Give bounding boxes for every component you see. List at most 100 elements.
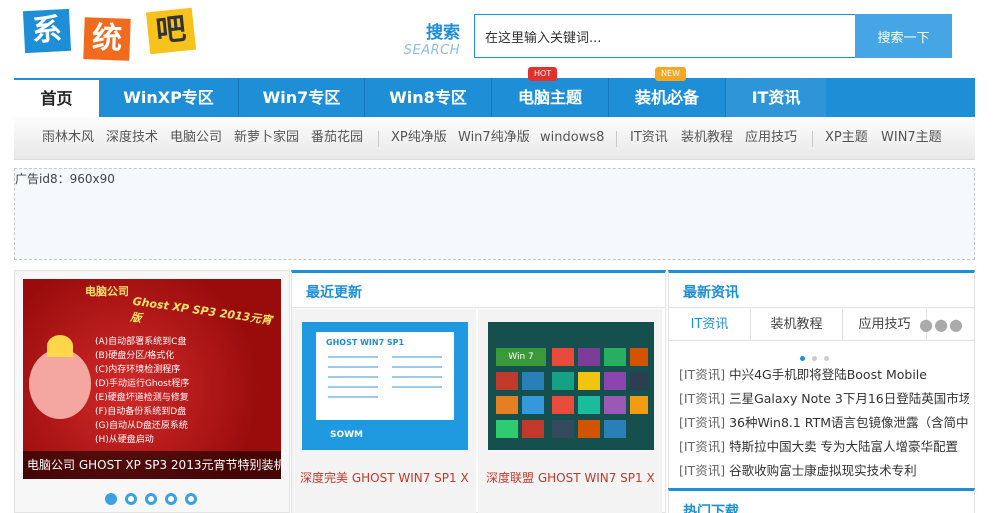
- subnav-divider: [616, 131, 617, 147]
- search-input[interactable]: [474, 14, 856, 58]
- news-item[interactable]: [IT资讯] 特斯拉中国大卖 专为大陆富人增豪华配置: [679, 435, 969, 459]
- main-nav: 首页 WinXP专区 Win7专区 Win8专区 HOT 电脑主题 NEW 装机…: [14, 67, 975, 117]
- news-list: [IT资讯] 中兴4G手机即将登陆Boost Mobile [IT资讯] 三星G…: [679, 363, 969, 483]
- slide-brand-text: 电脑公司: [85, 285, 129, 298]
- subnav-link[interactable]: XP纯净版: [391, 117, 447, 159]
- subnav-link[interactable]: 电脑公司: [170, 117, 222, 159]
- slide-menu-item: (G)自动从D盘还原系统: [95, 421, 188, 431]
- subnav-link[interactable]: IT资讯: [630, 117, 668, 159]
- nav-win7[interactable]: Win7专区: [239, 78, 365, 117]
- subnav-link[interactable]: 装机教程: [681, 117, 733, 159]
- site-logo[interactable]: 系 统 吧: [22, 7, 204, 62]
- slide-menu-item: (F)自动备份系统到D盘: [95, 407, 187, 417]
- pager-dot[interactable]: [812, 356, 817, 361]
- nav-winxp[interactable]: WinXP专区: [99, 78, 239, 117]
- mascot-illustration: [29, 335, 91, 419]
- news-item[interactable]: [IT资讯] 谷歌收购富士康虚拟现实技术专利: [679, 459, 969, 483]
- news-item[interactable]: [IT资讯] 三星Galaxy Note 3下月16日登陆英国市场: [679, 387, 969, 411]
- slide-menu-item: (A)自动部署系统到C盘: [95, 337, 187, 347]
- pager-dot[interactable]: [800, 356, 805, 361]
- recent-title: 最近更新: [306, 285, 362, 301]
- slider-dot[interactable]: [185, 493, 197, 505]
- subnav-link[interactable]: 雨林木风: [42, 117, 94, 159]
- slide-menu-item: (B)硬盘分区/格式化: [95, 351, 175, 361]
- subnav-link[interactable]: 深度技术: [106, 117, 158, 159]
- subnav-link[interactable]: 应用技巧: [745, 117, 797, 159]
- subnav-divider: [378, 131, 379, 147]
- panel-header: 最近更新: [292, 273, 665, 308]
- card-caption[interactable]: 深度联盟 GHOST WIN7 SP1 X: [486, 469, 655, 486]
- nav-essentials-label: 装机必备: [634, 88, 699, 107]
- slider-dot[interactable]: [125, 493, 137, 505]
- logo-char-3: 吧: [145, 7, 197, 55]
- download-card[interactable]: Win 7 深度联盟 GHOST WIN7 SP1 X: [478, 309, 662, 513]
- nav-themes[interactable]: HOT 电脑主题: [492, 67, 609, 117]
- hot-downloads-panel: 热门下载: [668, 488, 975, 513]
- subnav-link[interactable]: 新萝卜家园: [234, 117, 299, 159]
- panel-header: 最新资讯: [669, 273, 974, 308]
- news-headline[interactable]: 中兴4G手机即将登陆Boost Mobile: [729, 367, 927, 382]
- search-label: 搜索 SEARCH: [400, 18, 460, 58]
- ad-label: 广告id8：960x90: [15, 172, 115, 186]
- slide-menu: (A)自动部署系统到C盘 (B)硬盘分区/格式化 (C)内存环境检测程序 (D)…: [95, 335, 245, 447]
- hot-downloads-title: 热门下载: [683, 504, 739, 513]
- slide-image[interactable]: 电脑公司 Ghost XP SP3 2013元宵版 (A)自动部署系统到C盘 (…: [23, 279, 281, 479]
- news-category: [IT资讯]: [679, 391, 726, 406]
- nav-themes-label: 电脑主题: [517, 88, 582, 107]
- news-headline[interactable]: 特斯拉中国大卖 专为大陆富人增豪华配置: [729, 439, 958, 454]
- news-title: 最新资讯: [683, 285, 739, 301]
- news-category: [IT资讯]: [679, 439, 726, 454]
- news-item[interactable]: [IT资讯] 中兴4G手机即将登陆Boost Mobile: [679, 363, 969, 387]
- news-tabs: IT资讯 装机教程 应用技巧 ●●●: [669, 309, 974, 341]
- tab-it-news[interactable]: IT资讯: [669, 309, 751, 341]
- slider-dot[interactable]: [145, 493, 157, 505]
- card-thumbnail[interactable]: SOWM: [302, 322, 468, 450]
- search-label-en: SEARCH: [403, 43, 460, 58]
- news-category: [IT资讯]: [679, 367, 726, 382]
- nav-it-news[interactable]: IT资讯: [726, 78, 826, 117]
- recent-updates-panel: 最近更新 SOWM 深度完美 GHOST WIN7 SP1 X Win 7: [291, 270, 666, 513]
- card-thumbnail[interactable]: Win 7: [488, 322, 654, 450]
- news-item[interactable]: [IT资讯] 36种Win8.1 RTM语言包镜像泄露（含简中）: [679, 411, 969, 435]
- nav-home[interactable]: 首页: [14, 78, 99, 117]
- search-label-cn: 搜索: [426, 23, 460, 43]
- new-badge: NEW: [655, 67, 686, 81]
- thumb-brand: Win 7: [496, 348, 546, 366]
- slider-dot[interactable]: [105, 493, 117, 505]
- slider-dots: [105, 493, 205, 509]
- search-button[interactable]: 搜索一下: [855, 14, 952, 58]
- slide-caption[interactable]: 电脑公司 GHOST XP SP3 2013元宵节特别装机: [23, 451, 281, 479]
- latest-news-panel: 最新资讯 IT资讯 装机教程 应用技巧 ●●● [IT资讯] 中兴4G手机即将登…: [668, 270, 975, 513]
- tab-install-guide[interactable]: 装机教程: [751, 309, 843, 341]
- subnav-divider: [812, 131, 813, 147]
- slide-menu-item: (H)从硬盘启动: [95, 435, 154, 445]
- slide-menu-item: (C)内存环境检测程序: [95, 365, 181, 375]
- subnav-link[interactable]: XP主题: [825, 117, 868, 159]
- logo-char-2: 统: [83, 17, 131, 61]
- sub-nav: 雨林木风 深度技术 电脑公司 新萝卜家园 番茄花园 XP纯净版 Win7纯净版 …: [14, 117, 975, 160]
- thumb-brand: SOWM: [330, 430, 364, 440]
- subnav-link[interactable]: windows8: [540, 117, 604, 159]
- card-caption[interactable]: 深度完美 GHOST WIN7 SP1 X: [300, 469, 469, 486]
- subnav-link[interactable]: Win7纯净版: [458, 117, 530, 159]
- news-headline[interactable]: 谷歌收购富士康虚拟现实技术专利: [729, 463, 917, 478]
- tab-app-tips[interactable]: 应用技巧: [843, 309, 927, 341]
- download-card[interactable]: SOWM 深度完美 GHOST WIN7 SP1 X: [292, 309, 476, 513]
- hot-badge: HOT: [528, 67, 558, 81]
- slide-menu-item: (E)硬盘坏道检测与修复: [95, 393, 189, 403]
- ad-placeholder: 广告id8：960x90: [14, 168, 975, 260]
- news-headline[interactable]: 三星Galaxy Note 3下月16日登陆英国市场: [729, 391, 969, 406]
- news-category: [IT资讯]: [679, 415, 726, 430]
- slider-dot[interactable]: [165, 493, 177, 505]
- news-headline[interactable]: 36种Win8.1 RTM语言包镜像泄露（含简中）: [729, 415, 969, 430]
- logo-char-1: 系: [22, 8, 72, 54]
- pager-dot[interactable]: [824, 356, 829, 361]
- thumb-window: [316, 332, 454, 420]
- nav-essentials[interactable]: NEW 装机必备: [609, 67, 726, 117]
- slide-menu-item: (D)手动运行Ghost程序: [95, 379, 190, 389]
- news-category: [IT资讯]: [679, 463, 726, 478]
- more-icon[interactable]: ●●●: [919, 315, 964, 334]
- subnav-link[interactable]: WIN7主题: [881, 117, 942, 159]
- subnav-link[interactable]: 番茄花园: [311, 117, 363, 159]
- nav-win8[interactable]: Win8专区: [365, 78, 492, 117]
